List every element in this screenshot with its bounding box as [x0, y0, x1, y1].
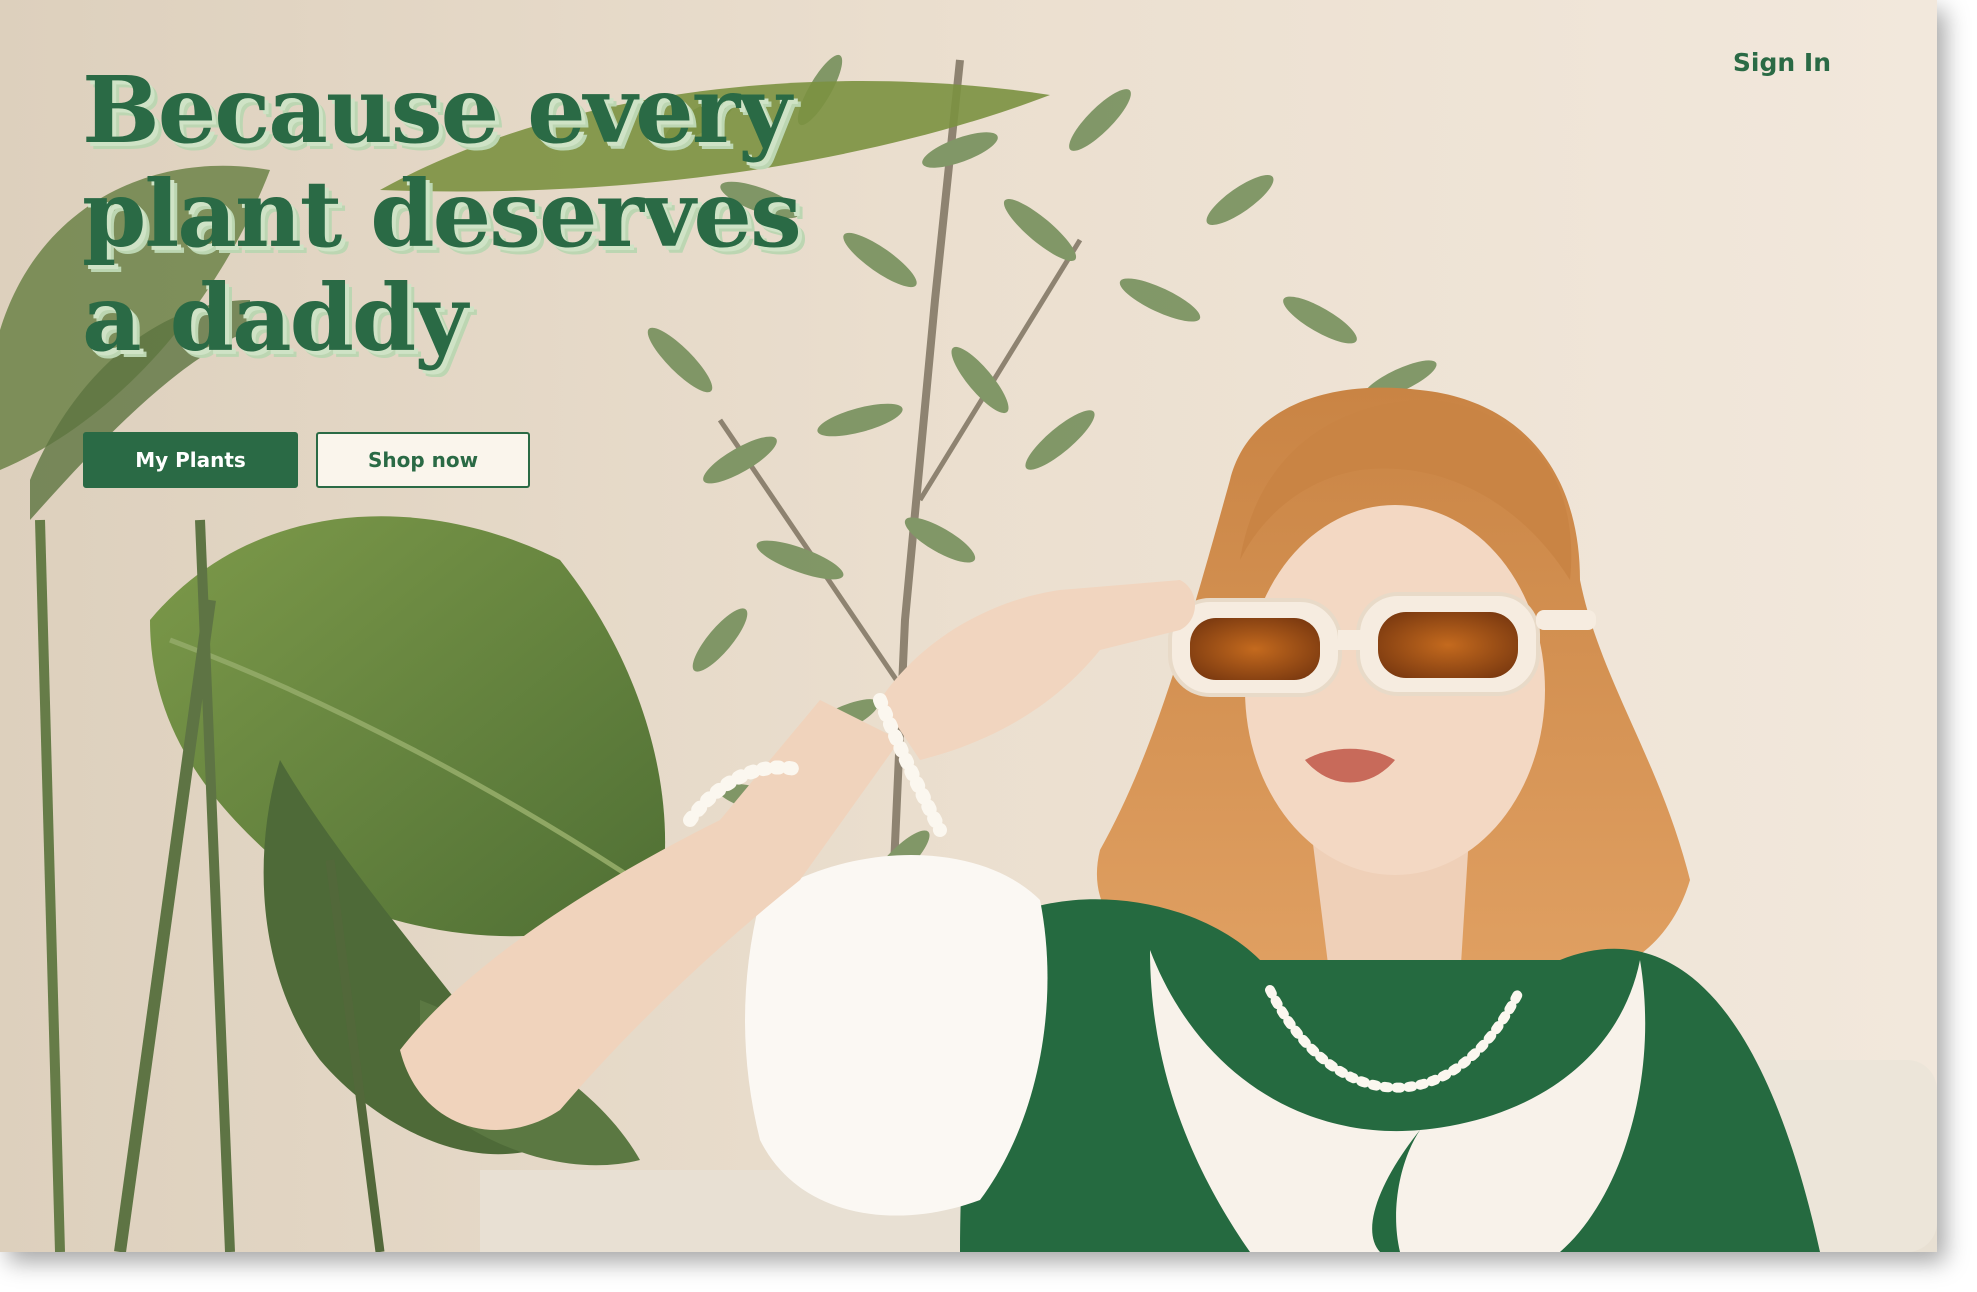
hero-headline-line: Because every — [82, 56, 792, 164]
shop-now-button[interactable]: Shop now — [316, 432, 530, 488]
sign-in-link[interactable]: Sign In — [1733, 48, 1831, 77]
hero-headline-line: plant deserves — [82, 160, 802, 268]
hero-section: Because every plant deserves a daddy My … — [0, 0, 1937, 1252]
hero-headline-line: a daddy — [82, 264, 468, 372]
landing-page: Because every plant deserves a daddy My … — [0, 0, 1977, 1292]
my-plants-button[interactable]: My Plants — [83, 432, 298, 488]
hero-headline: Because every plant deserves a daddy — [82, 58, 982, 370]
